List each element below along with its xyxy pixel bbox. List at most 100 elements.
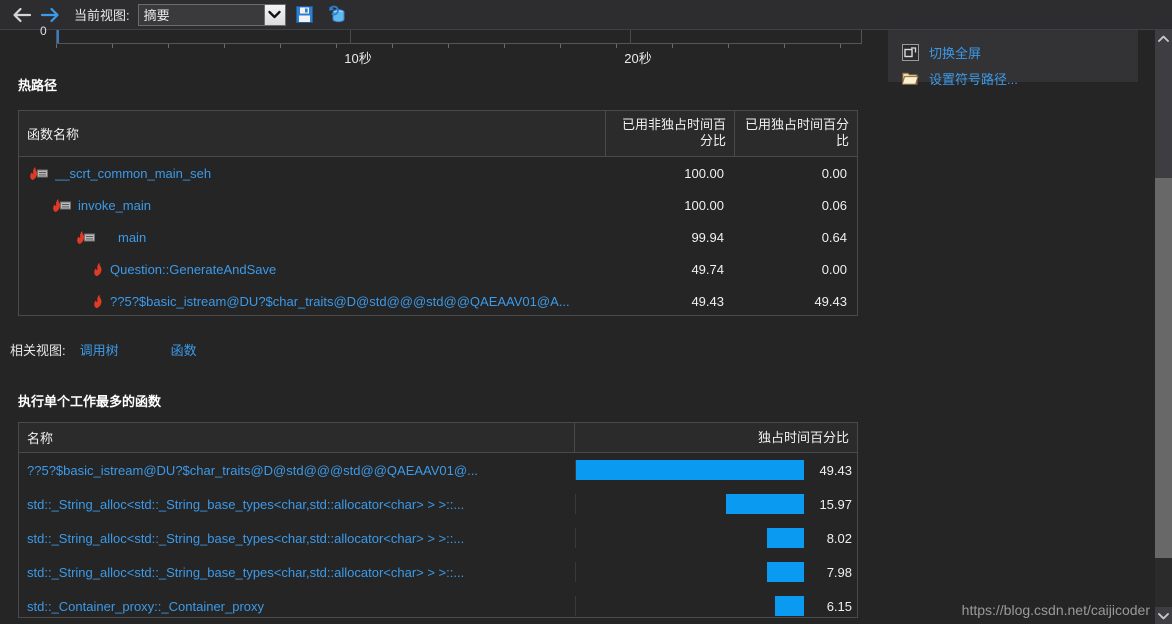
table-row[interactable]: std::_Container_proxy::_Container_proxy …	[19, 589, 857, 623]
chart-data-marker	[57, 30, 59, 43]
table-row[interactable]: ??5?$basic_istream@DU?$char_traits@D@std…	[19, 453, 857, 487]
chart-x-axis-ticks	[56, 44, 862, 49]
related-view-link-call-tree[interactable]: 调用树	[80, 340, 119, 359]
chart-x-label-10s: 10秒	[344, 51, 372, 66]
hot-path-col-inclusive[interactable]: 已用非独占时间百分比	[605, 111, 734, 156]
hot-path-col-function-name[interactable]: 函数名称	[19, 111, 605, 156]
top-function-name[interactable]: std::_String_alloc<std::_String_base_typ…	[19, 531, 575, 546]
top-function-bar-cell: 15.97	[575, 494, 860, 514]
flame-flag-icon	[27, 166, 49, 181]
chart-y-zero-label: 0	[40, 24, 47, 38]
hot-path-exclusive-value: 0.06	[821, 197, 847, 213]
scrollbar-track-upper[interactable]	[1155, 47, 1172, 178]
table-row[interactable]: __scrt_common_main_seh 100.00 0.00	[19, 157, 857, 189]
hot-path-col-exclusive[interactable]: 已用独占时间百分比	[734, 111, 857, 156]
sidebar-item-label: 设置符号路径...	[929, 71, 1018, 87]
flame-flag-icon	[74, 230, 96, 245]
hot-path-exclusive-value: 0.00	[821, 261, 847, 277]
flame-flag-icon	[50, 198, 72, 213]
bar-fill	[767, 562, 804, 582]
profiler-summary-view: 当前视图: 摘要 0 10秒 20秒 热路径 函数名称 已用非独占时间百分比 已…	[0, 0, 1172, 624]
top-function-value: 8.02	[826, 530, 852, 546]
table-row[interactable]: invoke_main 100.00 0.06	[19, 189, 857, 221]
hot-path-function-link[interactable]: Question::GenerateAndSave	[110, 262, 276, 277]
top-function-name[interactable]: std::_Container_proxy::_Container_proxy	[19, 599, 575, 614]
bar-track	[576, 460, 804, 480]
top-function-value: 7.98	[826, 564, 852, 580]
folder-open-icon	[902, 70, 919, 87]
current-view-label: 当前视图:	[74, 8, 130, 23]
table-row[interactable]: ??5?$basic_istream@DU?$char_traits@D@std…	[19, 285, 857, 317]
top-function-name[interactable]: ??5?$basic_istream@DU?$char_traits@D@std…	[19, 463, 575, 478]
top-functions-header-row: 名称 独占时间百分比	[19, 423, 857, 453]
watermark-text: https://blog.csdn.net/caijicoder	[961, 602, 1150, 618]
sidebar-item-label: 切换全屏	[929, 45, 982, 61]
save-disk-icon[interactable]	[292, 3, 318, 27]
top-functions-col-exclusive-pct[interactable]: 独占时间百分比	[574, 423, 857, 452]
toolbar: 当前视图: 摘要	[0, 0, 1172, 30]
top-functions-title: 执行单个工作最多的函数	[18, 394, 162, 409]
related-views: 相关视图: 调用树 函数	[10, 340, 249, 359]
hot-path-title: 热路径	[18, 78, 58, 93]
top-function-bar-cell: 49.43	[575, 460, 860, 480]
top-function-bar-cell: 7.98	[575, 562, 860, 582]
table-row[interactable]: main 99.94 0.64	[19, 221, 857, 253]
bar-track	[576, 528, 804, 548]
top-function-name[interactable]: std::_String_alloc<std::_String_base_typ…	[19, 497, 575, 512]
hot-path-function-link[interactable]: ??5?$basic_istream@DU?$char_traits@D@std…	[110, 294, 570, 309]
chart-x-label-20s: 20秒	[624, 51, 652, 66]
hot-path-inclusive-value: 49.43	[691, 293, 724, 309]
bar-fill	[576, 460, 804, 480]
table-row[interactable]: std::_String_alloc<std::_String_base_typ…	[19, 521, 857, 555]
bar-track	[576, 596, 804, 616]
table-row[interactable]: std::_String_alloc<std::_String_base_typ…	[19, 555, 857, 589]
related-views-label: 相关视图:	[10, 343, 66, 358]
chevron-down-icon[interactable]	[263, 4, 285, 25]
top-functions-col-name[interactable]: 名称	[19, 423, 574, 452]
bar-track	[576, 494, 804, 514]
top-function-bar-cell: 6.15	[575, 596, 860, 616]
table-row[interactable]: Question::GenerateAndSave 49.74 0.00	[19, 253, 857, 285]
current-view-combobox[interactable]: 摘要	[137, 3, 286, 26]
chart-plot-area	[56, 30, 862, 44]
vertical-scrollbar[interactable]	[1155, 30, 1172, 624]
hot-path-grid: 函数名称 已用非独占时间百分比 已用独占时间百分比 __scrt_common_…	[18, 110, 858, 316]
hot-path-inclusive-value: 49.74	[691, 261, 724, 277]
timeline-chart-strip: 0 10秒 20秒	[0, 24, 880, 74]
table-row[interactable]: std::_String_alloc<std::_String_base_typ…	[19, 487, 857, 521]
bar-track	[576, 562, 804, 582]
sidebar-item-toggle-fullscreen[interactable]: 切换全屏	[902, 40, 1138, 64]
top-function-bar-cell: 8.02	[575, 528, 860, 548]
chevron-up-icon[interactable]	[1155, 30, 1172, 47]
chevron-down-icon[interactable]	[1155, 607, 1172, 624]
sidebar-item-set-symbol-path[interactable]: 设置符号路径...	[902, 66, 1138, 90]
hot-path-function-link[interactable]: main	[118, 230, 146, 245]
scrollbar-track-lower[interactable]	[1155, 558, 1172, 607]
fullscreen-window-icon	[902, 43, 919, 61]
hot-path-inclusive-value: 99.94	[691, 229, 724, 245]
arrow-right-icon[interactable]	[36, 3, 64, 27]
bar-fill	[726, 494, 804, 514]
top-function-value: 49.43	[819, 462, 852, 478]
hot-path-inclusive-value: 100.00	[684, 197, 724, 213]
related-view-link-functions[interactable]: 函数	[171, 340, 197, 359]
hot-path-exclusive-value: 0.00	[821, 165, 847, 181]
bar-fill	[775, 596, 804, 616]
hot-path-exclusive-value: 0.64	[821, 229, 847, 245]
arrow-left-icon[interactable]	[8, 3, 36, 27]
database-refresh-icon[interactable]	[324, 3, 350, 27]
hot-path-inclusive-value: 100.00	[684, 165, 724, 181]
top-function-value: 6.15	[826, 598, 852, 614]
bar-fill	[767, 528, 804, 548]
top-functions-grid: 名称 独占时间百分比 ??5?$basic_istream@DU?$char_t…	[18, 422, 858, 618]
top-function-name[interactable]: std::_String_alloc<std::_String_base_typ…	[19, 565, 575, 580]
current-view-value: 摘要	[143, 8, 170, 23]
flame-icon	[91, 294, 104, 309]
flame-icon	[91, 262, 104, 277]
hot-path-function-link[interactable]: __scrt_common_main_seh	[55, 166, 211, 181]
scrollbar-thumb[interactable]	[1155, 178, 1172, 558]
hot-path-function-link[interactable]: invoke_main	[78, 198, 151, 213]
hot-path-exclusive-value: 49.43	[814, 293, 847, 309]
hot-path-header-row: 函数名称 已用非独占时间百分比 已用独占时间百分比	[19, 111, 857, 157]
side-actions-panel: 切换全屏 设置符号路径...	[888, 30, 1138, 87]
